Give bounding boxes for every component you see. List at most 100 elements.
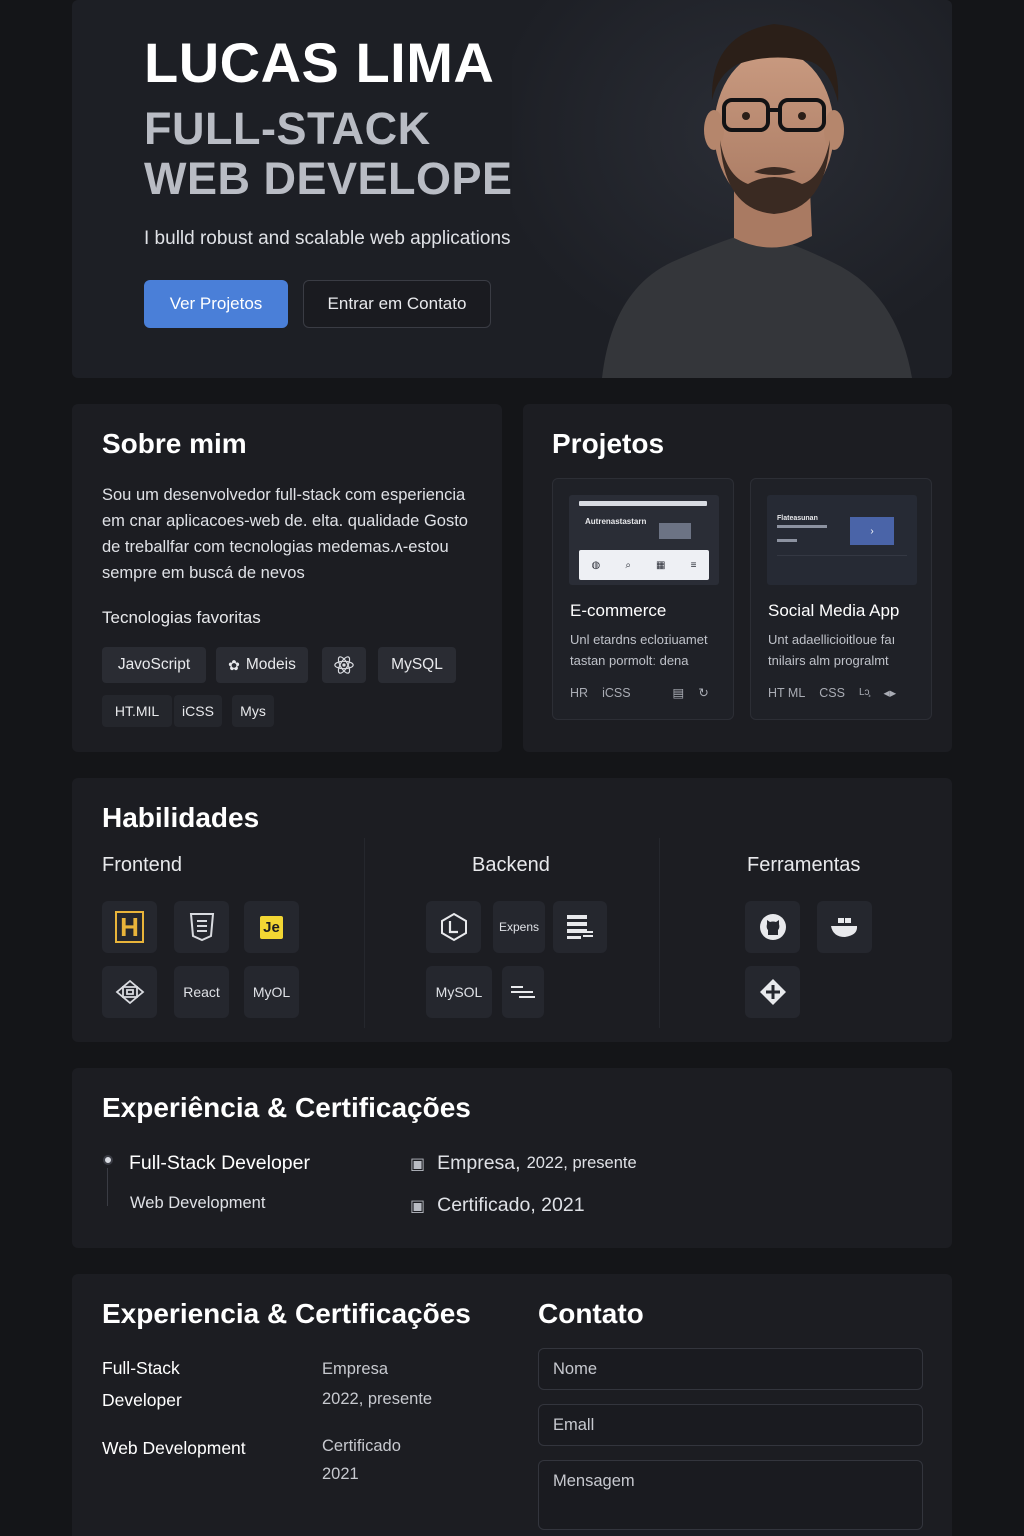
git-icon [759,979,786,1005]
column-divider [364,838,365,1028]
mysql-skill-tile: MySOL [426,966,492,1018]
code-icon: ◂▸ [883,686,897,700]
project-description: Unl etardns ecloɪiuamet tastan pormoltː … [570,632,708,668]
experience-certificate-secondary: Certificado 2021 [322,1437,401,1483]
tech-chip-mysql: MySQL [378,647,456,683]
about-text: Sou um desenvolvedor full-stack com espe… [102,486,468,582]
project-tag: CSS [819,685,845,700]
frontend-title: Frontend [102,854,183,876]
project-tag: HR [570,685,589,700]
project-tag: Lɔ̧ [858,687,870,698]
view-projects-button[interactable]: Ver Projetos [144,280,288,328]
contact-button[interactable]: Entrar em Contato [303,280,491,328]
javascript-skill-tile: Je [244,901,299,953]
experience-role-secondary: Full-Stack Developer [102,1358,182,1410]
skills-title: Habilidades [102,802,260,833]
hero-role-line1: FULL-STACK [144,103,431,154]
grid-icon: ▦ [656,559,666,571]
tech-chip-javascript: JavoScript [102,647,206,683]
calendar-icon: ▣ [410,1197,426,1215]
layers-icon [115,979,144,1005]
list-skill-tile [502,966,544,1018]
tools-title: Ferramentas [747,854,861,876]
node-skill-tile [426,901,481,953]
project-card-ecommerce[interactable]: Autrenastastarn ◍ ⌕ ▦ ≡ E-commerce Unl e… [552,478,734,720]
design-skill-tile [102,966,157,1018]
project-title: Social Media App [768,601,900,620]
name-field[interactable]: Nome [538,1348,923,1390]
hero-section: LUCAS LIMA FULL-STACK WEB DEVELOPER I bu… [72,0,952,378]
refresh-icon: ↻ [698,686,709,700]
backend-title: Backend [472,854,550,876]
node-hexagon-icon [440,912,467,942]
experience-section: Experiência & Certificações Full-Stack D… [72,1068,952,1248]
experience-company-line: ▣ Empresa, 2022, presente [410,1152,637,1174]
tech-chip-css: iCSS [174,695,222,727]
document-icon: ▤ [672,686,685,700]
profile-photo [512,0,952,378]
github-icon [759,914,786,940]
about-title: Sobre mim [102,428,247,459]
hero-name: LUCAS LIMA [144,31,495,94]
tech-chip-models: ✿ Modeis [216,647,308,683]
project-thumbnail: Autrenastastarn ◍ ⌕ ▦ ≡ [569,495,719,585]
css-skill-tile [174,901,229,953]
message-field-placeholder: Mensagem [553,1472,635,1490]
project-tags: HR iCSS ▤ ↻ [570,685,709,701]
message-field[interactable]: Mensagem [538,1460,923,1530]
hero-tagline: I bulld robust and scalable web applicat… [144,228,516,249]
myol-skill-tile: MyOL [244,966,299,1018]
calendar-icon: ▣ [410,1155,426,1173]
react-icon [334,656,354,674]
experience-subtitle-secondary: Web Development [102,1438,246,1458]
docker-skill-tile [817,901,872,953]
database-skill-tile [553,901,607,953]
hero-role-line2: WEB DEVELOPER [144,153,546,204]
projects-title: Projetos [552,428,665,459]
cart-icon: ◍ [591,559,601,571]
hero-role: FULL-STACK WEB DEVELOPER [144,104,546,204]
project-tags: HT ML CSS Lɔ̧ ◂▸ [768,685,897,701]
tech-chip-mys: Mys [232,695,274,727]
palette-icon: ✿ [228,656,240,673]
project-description: Unt adaellicioitloue faı tnilairs alm pr… [768,632,896,668]
experience-certificate-line: ▣ Certificado, 2021 [410,1194,585,1216]
project-tag: iCSS [602,685,631,700]
tech-chip-html: HT.MIL [102,695,172,727]
experience-role: Full-Stack Developer [129,1152,310,1174]
tech-chip-react [322,647,366,683]
git-skill-tile [745,966,800,1018]
javascript-icon: Je [260,915,283,939]
react-skill-tile: React [174,966,229,1018]
about-section: Sobre mim Sou um desenvolvedor full-stac… [72,404,502,752]
column-divider [659,838,660,1028]
project-title: E-commerce [570,601,667,620]
align-icon [511,986,535,998]
favorite-tech-title: Tecnologias favoritas [102,608,261,627]
projects-section: Projetos Autrenastastarn ◍ ⌕ ▦ ≡ E-comme… [523,404,952,752]
experience-subtitle: Web Development [130,1194,266,1212]
project-thumbnail: Flateasunan › [767,495,917,585]
project-card-social-media[interactable]: Flateasunan › Social Media App Unt adael… [750,478,932,720]
project-tag: HT ML [768,685,806,700]
experience-title-secondary: Experiencia & Certificações [102,1298,471,1329]
email-field-placeholder: Emall [553,1416,595,1434]
skills-section: Habilidades Frontend Backend Ferramentas… [72,778,952,1042]
html-skill-tile: H [102,901,157,953]
search-icon: ⌕ [625,559,631,571]
experience-company-secondary: Empresa 2022, presente [322,1360,433,1408]
play-icon: › [850,517,894,545]
express-skill-tile: Expens [493,901,545,953]
html-icon: H [115,911,144,943]
table-icon [567,915,593,939]
css-shield-icon [189,913,214,942]
menu-icon: ≡ [690,559,697,571]
docker-icon [830,918,857,937]
email-field[interactable]: Emall [538,1404,923,1446]
timeline-dot [103,1155,113,1165]
tech-chip-models-label: Modeis [245,656,296,673]
github-skill-tile [745,901,800,953]
contact-title: Contato [538,1298,644,1329]
experience-contact-section: Experiencia & Certificações Full-Stack D… [72,1274,952,1536]
timeline-line [107,1168,108,1206]
